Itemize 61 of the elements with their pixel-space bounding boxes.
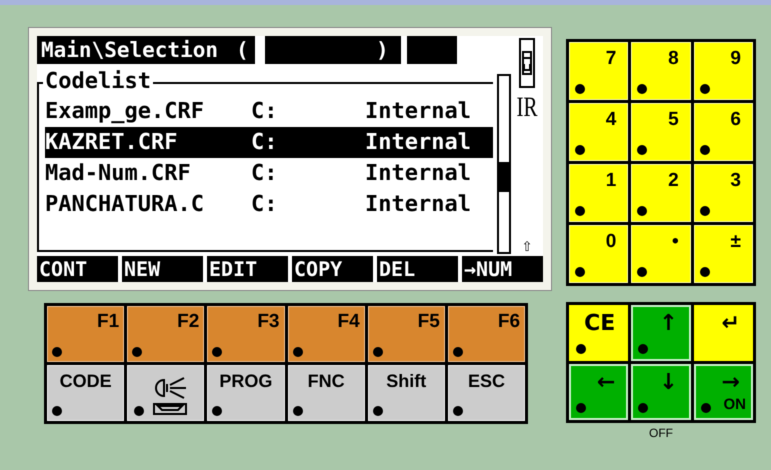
file-location: Internal [364, 98, 471, 126]
softkey-label[interactable]: CONT [37, 256, 118, 282]
ir-indicator: IR [516, 91, 538, 125]
off-label: OFF [649, 425, 673, 441]
file-name: KAZRET.CRF [45, 129, 178, 157]
file-drive: C: [251, 191, 278, 219]
codelist-row[interactable]: Examp_ge.CRF C: Internal [45, 96, 493, 127]
numeric-key[interactable]: 0 [569, 225, 628, 283]
numeric-key[interactable]: 1 [569, 164, 628, 222]
file-location: Internal [364, 160, 471, 188]
numeric-key[interactable]: 4 [569, 103, 628, 161]
function-key[interactable]: F6 [448, 306, 526, 362]
codelist-row[interactable]: Mad-Num.CRF C: Internal [45, 158, 493, 189]
navigation-key[interactable]: CE [569, 305, 628, 361]
function-key[interactable]: F2 [127, 306, 204, 362]
numeric-key[interactable]: 8 [631, 42, 691, 100]
memory-card-icon [519, 38, 535, 88]
navigation-key[interactable]: ↑ [631, 305, 691, 361]
softkey-label[interactable]: NEW [122, 256, 203, 282]
codelist-row[interactable]: PANCHATURA.C C: Internal [45, 189, 493, 220]
file-name: PANCHATURA.C [45, 191, 205, 219]
file-location: Internal [364, 129, 471, 157]
function-key[interactable]: F5 [368, 306, 445, 362]
command-key[interactable]: PROG [207, 365, 285, 421]
status-block [406, 36, 457, 64]
codelist-row[interactable]: KAZRET.CRF C: Internal [45, 127, 493, 158]
softkey-label[interactable]: →NUM [462, 256, 543, 282]
command-key[interactable]: CODE [47, 365, 124, 421]
navigation-key[interactable]: ↵ [694, 305, 753, 361]
command-key[interactable]: Shift [368, 365, 445, 421]
softkey-label[interactable]: COPY [292, 256, 373, 282]
numeric-key[interactable]: 7 [569, 42, 628, 100]
numeric-key[interactable]: 9 [694, 42, 753, 100]
file-drive: C: [251, 98, 278, 126]
illumination-key[interactable] [127, 365, 204, 421]
navigation-key[interactable]: ← [569, 364, 628, 420]
function-key[interactable]: F1 [47, 306, 124, 362]
title-paren: ( [222, 36, 255, 64]
file-drive: C: [251, 160, 278, 188]
title-field: ) [264, 36, 401, 64]
numeric-key[interactable]: • [631, 225, 691, 283]
function-key[interactable]: F4 [288, 306, 365, 362]
file-name: Examp_ge.CRF [45, 98, 205, 126]
screen-title: Main\Selection [37, 36, 222, 64]
file-name: Mad-Num.CRF [45, 160, 192, 188]
numeric-key[interactable]: 5 [631, 103, 691, 161]
navigation-key[interactable]: → ON [694, 364, 753, 420]
function-key[interactable]: F3 [207, 306, 285, 362]
command-key[interactable]: ESC [448, 365, 526, 421]
scrollbar[interactable] [497, 74, 511, 254]
scroll-arrow: ⇧ [522, 236, 532, 256]
numeric-key[interactable]: 3 [694, 164, 753, 222]
numeric-key[interactable]: 6 [694, 103, 753, 161]
softkey-label[interactable]: EDIT [207, 256, 288, 282]
navigation-key[interactable]: ↓ [631, 364, 691, 420]
softkey-label[interactable]: DEL [377, 256, 458, 282]
numeric-key[interactable]: 2 [631, 164, 691, 222]
file-location: Internal [364, 191, 471, 219]
numeric-key[interactable]: ± [694, 225, 753, 283]
file-drive: C: [251, 129, 278, 157]
command-key[interactable]: FNC [288, 365, 365, 421]
